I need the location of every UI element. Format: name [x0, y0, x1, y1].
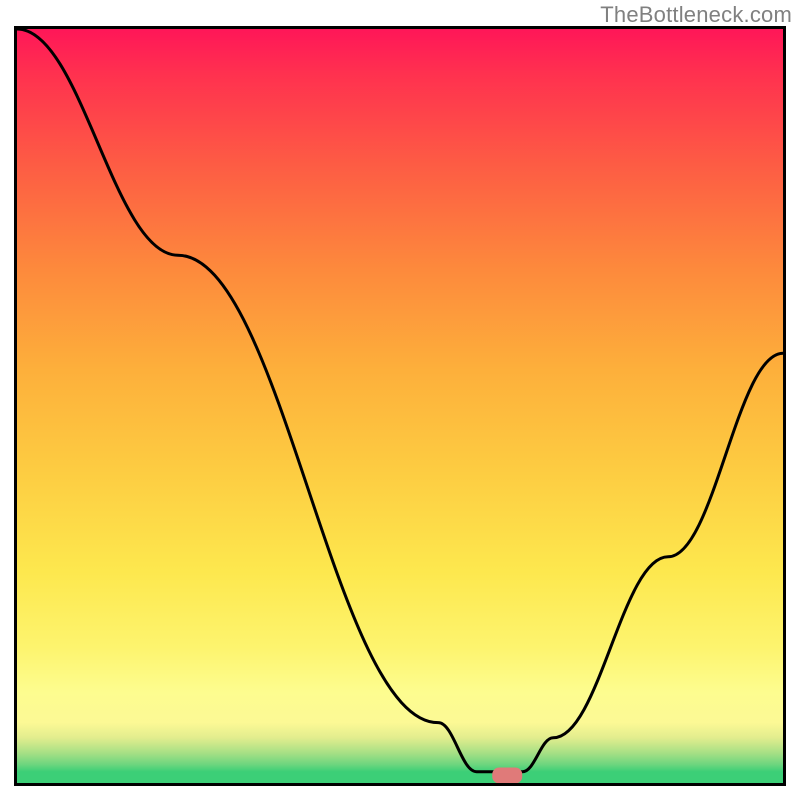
watermark-text: TheBottleneck.com [600, 2, 792, 28]
chart-container: TheBottleneck.com [0, 0, 800, 800]
bottleneck-curve [17, 29, 783, 783]
plot-frame [14, 26, 786, 786]
